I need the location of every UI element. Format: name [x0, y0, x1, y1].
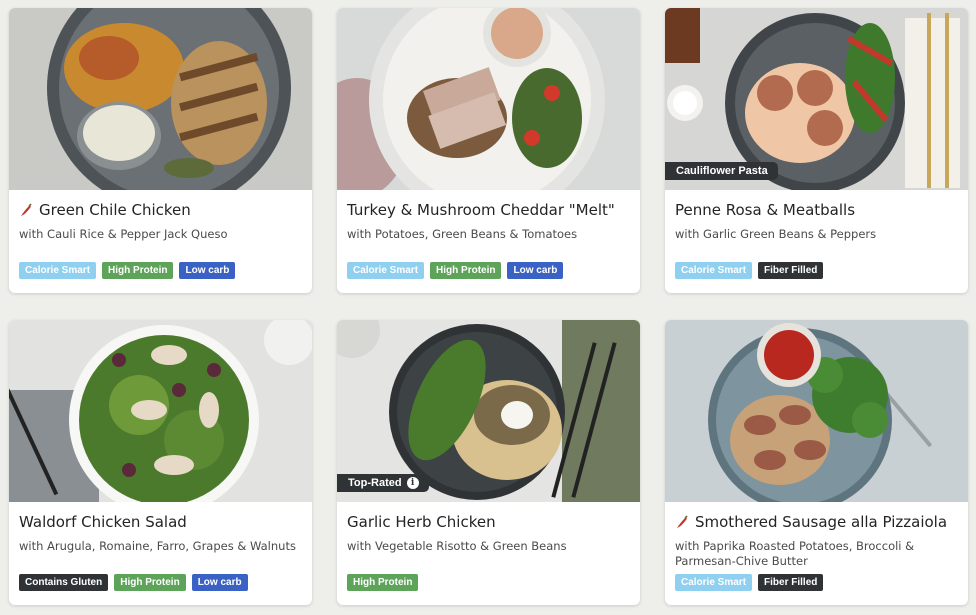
meal-subtitle: with Vegetable Risotto & Green Beans	[347, 539, 567, 553]
meal-title[interactable]: Green Chile Chicken	[19, 201, 191, 219]
tag-high-protein: High Protein	[102, 262, 174, 279]
meal-photo[interactable]	[9, 8, 312, 190]
tag-low-carb: Low carb	[179, 262, 236, 279]
tag-low-carb: Low carb	[191, 574, 248, 591]
info-icon[interactable]: i	[406, 477, 419, 489]
tag-list: Calorie Smart Fiber Filled	[675, 262, 824, 279]
tag-high-protein: High Protein	[430, 262, 502, 279]
meal-photo[interactable]: Cauliflower Pasta	[665, 8, 968, 190]
tag-list: Calorie Smart High Protein Low carb	[19, 262, 236, 279]
tag-fiber-filled: Fiber Filled	[758, 262, 824, 279]
tag-fiber-filled: Fiber Filled	[758, 574, 824, 591]
tag-list: Contains Gluten High Protein Low carb	[19, 574, 248, 591]
meal-photo[interactable]	[9, 320, 312, 502]
meal-card-turkey-mushroom-melt[interactable]: Turkey & Mushroom Cheddar "Melt" with Po…	[337, 8, 640, 293]
tag-contains-gluten: Contains Gluten	[19, 574, 109, 591]
meal-subtitle: with Paprika Roasted Potatoes, Broccoli …	[675, 539, 915, 568]
tag-calorie-smart: Calorie Smart	[675, 262, 753, 279]
meal-card-penne-rosa-meatballs[interactable]: Cauliflower Pasta Penne Rosa & Meatballs…	[665, 8, 968, 293]
tag-high-protein: High Protein	[347, 574, 419, 591]
meal-title[interactable]: Smothered Sausage alla Pizzaiola	[675, 513, 947, 531]
tag-list: Calorie Smart High Protein Low carb	[347, 262, 564, 279]
meal-subtitle: with Garlic Green Beans & Peppers	[675, 227, 877, 241]
tag-list: Calorie Smart Fiber Filled	[675, 574, 824, 591]
meal-card-waldorf-chicken-salad[interactable]: Waldorf Chicken Salad with Arugula, Roma…	[9, 320, 312, 605]
meal-card-smothered-sausage-pizzaiola[interactable]: Smothered Sausage alla Pizzaiola with Pa…	[665, 320, 968, 605]
meal-subtitle: with Cauli Rice & Pepper Jack Queso	[19, 227, 228, 241]
photo-badge-cauliflower-pasta: Cauliflower Pasta	[665, 162, 778, 180]
meal-subtitle: with Arugula, Romaine, Farro, Grapes & W…	[19, 539, 296, 553]
meal-title[interactable]: Penne Rosa & Meatballs	[675, 201, 855, 219]
meal-card-garlic-herb-chicken[interactable]: Top-Rated i Garlic Herb Chicken with Veg…	[337, 320, 640, 605]
meal-title[interactable]: Turkey & Mushroom Cheddar "Melt"	[347, 201, 615, 219]
meal-subtitle: with Potatoes, Green Beans & Tomatoes	[347, 227, 578, 241]
meal-photo[interactable]: Top-Rated i	[337, 320, 640, 502]
meal-title[interactable]: Waldorf Chicken Salad	[19, 513, 187, 531]
tag-calorie-smart: Calorie Smart	[347, 262, 425, 279]
tag-list: High Protein	[347, 574, 419, 591]
meal-photo[interactable]	[665, 320, 968, 502]
meal-card-green-chile-chicken[interactable]: Green Chile Chicken with Cauli Rice & Pe…	[9, 8, 312, 293]
tag-calorie-smart: Calorie Smart	[19, 262, 97, 279]
tag-calorie-smart: Calorie Smart	[675, 574, 753, 591]
meal-title[interactable]: Garlic Herb Chicken	[347, 513, 496, 531]
meal-photo[interactable]	[337, 8, 640, 190]
tag-low-carb: Low carb	[507, 262, 564, 279]
chili-pepper-icon	[677, 515, 688, 528]
tag-high-protein: High Protein	[114, 574, 186, 591]
photo-badge-top-rated[interactable]: Top-Rated i	[337, 474, 429, 492]
chili-pepper-icon	[21, 203, 32, 216]
